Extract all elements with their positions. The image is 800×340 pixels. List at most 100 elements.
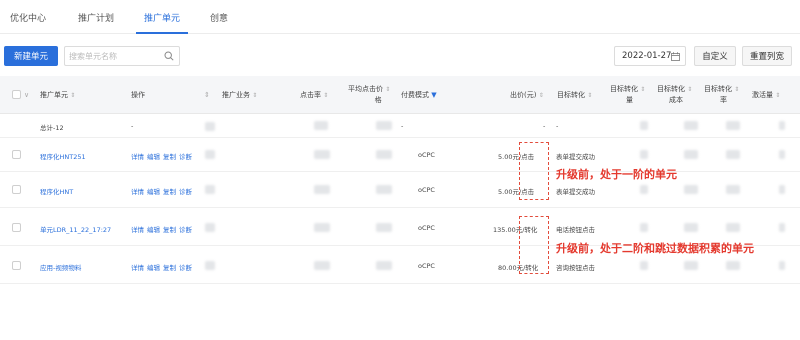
- annotation-box-first-stage: [519, 142, 549, 200]
- row-checkbox[interactable]: [12, 261, 21, 270]
- column-sort-icon[interactable]: ⇕: [204, 90, 210, 100]
- unit-name-link[interactable]: 程序化HNT251: [40, 151, 86, 161]
- total-pay-mode: -: [401, 122, 404, 130]
- redacted-value: [376, 261, 392, 270]
- row-checkbox[interactable]: [12, 185, 21, 194]
- row-actions: 详情 编辑 复制 诊断: [131, 262, 195, 272]
- total-bid: -: [543, 122, 546, 130]
- redacted-value: [314, 261, 330, 270]
- redacted-value: [726, 121, 740, 130]
- diagnose-link[interactable]: 诊断: [179, 188, 192, 196]
- redacted-value: [376, 121, 392, 130]
- tab-campaign-plan[interactable]: 推广计划: [78, 11, 114, 24]
- copy-link[interactable]: 复制: [163, 188, 176, 196]
- header-operation: 操作: [131, 91, 145, 99]
- header-business[interactable]: 推广业务 ⇕: [222, 90, 257, 101]
- search-icon[interactable]: [164, 51, 174, 61]
- total-op: -: [131, 122, 134, 130]
- header-goal[interactable]: 目标转化 ⇕: [557, 90, 592, 101]
- header-bid[interactable]: 出价(元) ⇕: [510, 90, 544, 101]
- redacted-value: [684, 223, 698, 232]
- date-value: 2022-01-27: [622, 51, 672, 61]
- pay-mode: oCPC: [418, 186, 435, 194]
- unit-name-link[interactable]: 应用-视频物料: [40, 262, 81, 272]
- redacted-value: [684, 261, 698, 270]
- reset-columns-button[interactable]: 重置列宽: [742, 46, 792, 66]
- redacted-value: [205, 261, 215, 270]
- redacted-value: [726, 185, 740, 194]
- active-tab-indicator: [136, 32, 188, 34]
- header-goal-rate[interactable]: 目标转化 ⇕ 率: [704, 84, 739, 105]
- select-all-checkbox[interactable]: [12, 90, 21, 99]
- tab-promotion-unit[interactable]: 推广单元: [144, 11, 180, 24]
- table-row: 程序化HNT251 详情 编辑 复制 诊断 oCPC 5.00元/点击 表单提交成功: [0, 138, 800, 172]
- redacted-value: [726, 261, 740, 270]
- redacted-value: [640, 121, 648, 130]
- header-ctr[interactable]: 点击率 ⇕: [300, 90, 328, 101]
- detail-link[interactable]: 详情: [131, 226, 144, 234]
- redacted-value: [779, 150, 785, 159]
- customize-button[interactable]: 自定义: [694, 46, 736, 66]
- goal-value: 表单提交成功: [556, 188, 595, 196]
- diagnose-link[interactable]: 诊断: [179, 226, 192, 234]
- redacted-value: [684, 150, 698, 159]
- redacted-value: [205, 223, 215, 232]
- redacted-value: [726, 223, 740, 232]
- row-checkbox[interactable]: [12, 223, 21, 232]
- redacted-value: [314, 185, 330, 194]
- header-goal-volume[interactable]: 目标转化 ⇕ 量: [610, 84, 645, 105]
- header-activation[interactable]: 激活量 ⇕: [752, 90, 780, 101]
- pay-mode: oCPC: [418, 262, 435, 270]
- detail-link[interactable]: 详情: [131, 188, 144, 196]
- diagnose-link[interactable]: 诊断: [179, 264, 192, 272]
- redacted-value: [205, 185, 215, 194]
- redacted-value: [376, 150, 392, 159]
- tab-optimization-center[interactable]: 优化中心: [10, 11, 46, 24]
- edit-link[interactable]: 编辑: [147, 226, 160, 234]
- redacted-value: [376, 185, 392, 194]
- goal-value: 电话按钮点击: [556, 226, 595, 234]
- redacted-value: [205, 150, 215, 159]
- unit-name-link[interactable]: 单元LDR_11_22_17:27: [40, 224, 111, 234]
- detail-link[interactable]: 详情: [131, 153, 144, 161]
- new-unit-button[interactable]: 新建单元: [4, 46, 58, 66]
- date-picker[interactable]: 2022-01-27: [614, 46, 686, 66]
- redacted-value: [684, 121, 698, 130]
- edit-link[interactable]: 编辑: [147, 153, 160, 161]
- detail-link[interactable]: 详情: [131, 264, 144, 272]
- header-avg-click-price[interactable]: 平均点击价 ⇕ 格: [348, 84, 390, 105]
- copy-link[interactable]: 复制: [163, 264, 176, 272]
- row-actions: 详情 编辑 复制 诊断: [131, 186, 195, 196]
- copy-link[interactable]: 复制: [163, 153, 176, 161]
- redacted-value: [314, 150, 330, 159]
- total-row: 总计-12 - - - -: [0, 114, 800, 138]
- total-label: 总计-12: [40, 124, 64, 132]
- unit-name-link[interactable]: 程序化HNT: [40, 186, 73, 196]
- tab-creative[interactable]: 创意: [210, 11, 228, 24]
- diagnose-link[interactable]: 诊断: [179, 153, 192, 161]
- redacted-value: [640, 150, 648, 159]
- redacted-value: [640, 223, 648, 232]
- search-box: [64, 46, 180, 66]
- edit-link[interactable]: 编辑: [147, 264, 160, 272]
- redacted-value: [779, 185, 785, 194]
- pay-mode: oCPC: [418, 224, 435, 232]
- header-pay-mode[interactable]: 付费模式 ▼: [401, 90, 437, 100]
- redacted-value: [640, 261, 648, 270]
- pay-mode: oCPC: [418, 151, 435, 159]
- header-goal-cost[interactable]: 目标转化 ⇕ 成本: [657, 84, 692, 105]
- goal-value: 咨询按钮点击: [556, 264, 595, 272]
- toolbar: 新建单元 2022-01-27 自定义 重置列宽: [0, 40, 800, 70]
- table-row: 程序化HNT 详情 编辑 复制 诊断 oCPC 5.00元/点击 表单提交成功: [0, 172, 800, 208]
- search-input[interactable]: [69, 49, 161, 63]
- header-unit[interactable]: 推广单元 ⇕: [40, 90, 75, 101]
- edit-link[interactable]: 编辑: [147, 188, 160, 196]
- chevron-down-icon[interactable]: ∨: [24, 90, 29, 100]
- redacted-value: [376, 223, 392, 232]
- row-checkbox[interactable]: [12, 150, 21, 159]
- redacted-value: [314, 121, 328, 130]
- copy-link[interactable]: 复制: [163, 226, 176, 234]
- redacted-value: [314, 223, 330, 232]
- redacted-value: [779, 121, 785, 130]
- row-actions: 详情 编辑 复制 诊断: [131, 224, 195, 234]
